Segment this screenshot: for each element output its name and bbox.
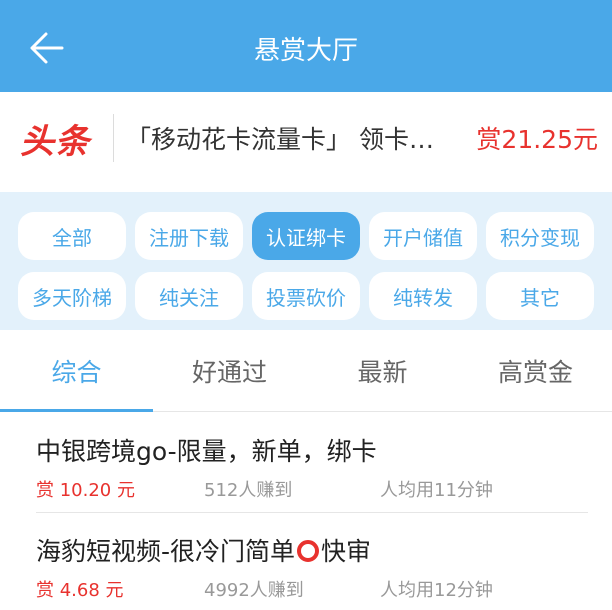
task-reward: 赏 4.68 元: [36, 580, 124, 601]
app-header: 悬赏大厅: [0, 0, 612, 92]
task-avg-time: 人均用11分钟: [380, 480, 493, 501]
task-reward: 赏 10.20 元: [36, 480, 135, 501]
category-open-account[interactable]: 开户储值: [369, 212, 477, 260]
task-avg-time: 人均用12分钟: [380, 580, 493, 601]
category-points[interactable]: 积分变现: [486, 212, 594, 260]
tab-newest[interactable]: 最新: [306, 330, 459, 412]
category-verify-bind-card[interactable]: 认证绑卡: [252, 212, 360, 260]
active-tab-indicator: [0, 409, 153, 412]
task-item[interactable]: 中银跨境go-限量，新单，绑卡 赏 10.20 元 512人赚到 人均用11分钟: [0, 414, 612, 512]
category-filter: 全部 注册下载 认证绑卡 开户储值 积分变现 多天阶梯 纯关注 投票砍价 纯转发…: [0, 192, 612, 330]
category-register-download[interactable]: 注册下载: [135, 212, 243, 260]
task-title: 中银跨境go-限量，新单，绑卡: [36, 437, 377, 466]
category-forward[interactable]: 纯转发: [369, 272, 477, 320]
task-title-part: 海豹短视频-很冷门简单: [36, 537, 296, 566]
headline-reward: 赏21.25元: [476, 125, 598, 154]
category-all[interactable]: 全部: [18, 212, 126, 260]
task-item[interactable]: 海豹短视频-很冷门简单 快审 赏 4.68 元 4992人赚到 人均用12分钟: [0, 514, 612, 610]
category-other[interactable]: 其它: [486, 272, 594, 320]
task-earned-count: 512人赚到: [204, 480, 293, 501]
divider: [36, 512, 588, 513]
divider: [113, 114, 114, 162]
category-follow[interactable]: 纯关注: [135, 272, 243, 320]
headline-banner[interactable]: 头条 「移动花卡流量卡」 领卡… 赏21.25元: [0, 92, 612, 184]
tab-overall[interactable]: 综合: [0, 330, 153, 412]
page-title: 悬赏大厅: [253, 36, 358, 66]
sort-tabs: 综合 好通过 最新 高赏金: [0, 330, 612, 412]
tab-high-reward[interactable]: 高赏金: [459, 330, 612, 412]
tab-easy-pass[interactable]: 好通过: [153, 330, 306, 412]
headline-text: 「移动花卡流量卡」 领卡…: [126, 125, 434, 154]
headline-logo: 头条: [20, 122, 90, 162]
red-circle-icon: [297, 540, 320, 562]
task-earned-count: 4992人赚到: [204, 580, 304, 601]
category-vote[interactable]: 投票砍价: [252, 272, 360, 320]
category-multi-day[interactable]: 多天阶梯: [18, 272, 126, 320]
task-title: 海豹短视频-很冷门简单 快审: [36, 532, 371, 568]
task-title-part: 快审: [321, 537, 372, 566]
